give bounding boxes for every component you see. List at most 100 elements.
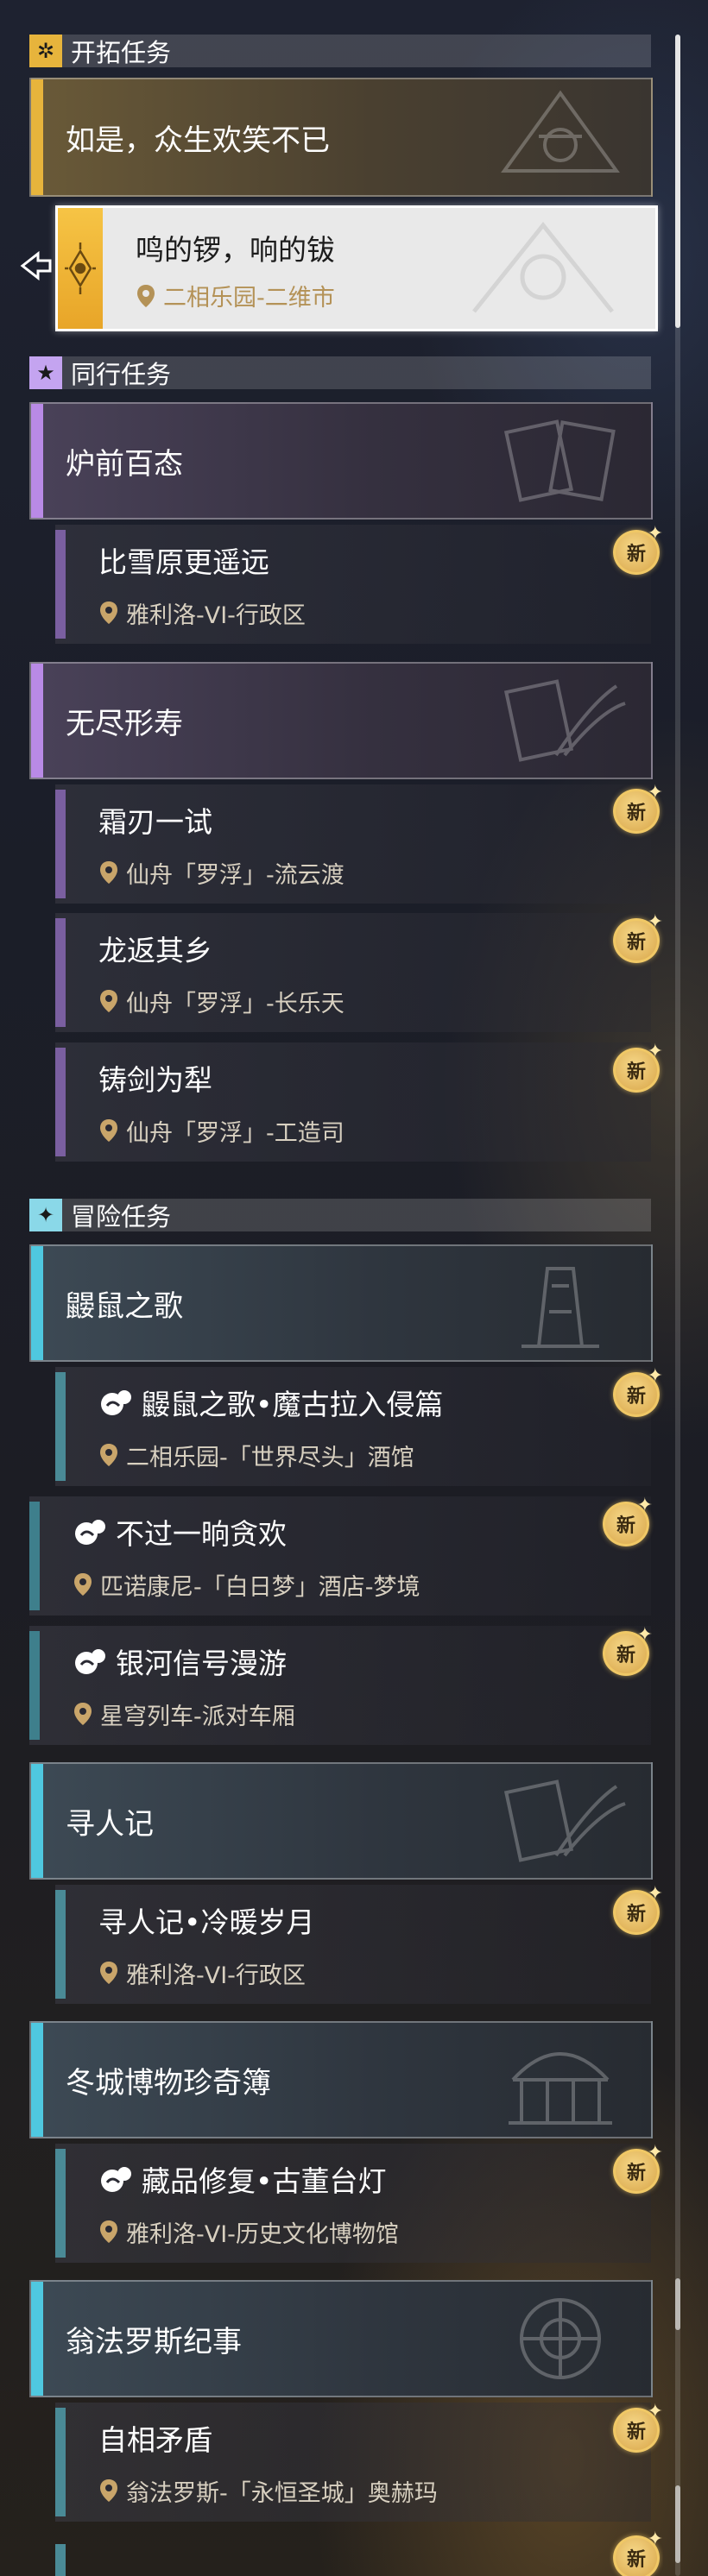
quest-location: 雅利洛-VI-历史文化博物馆 — [98, 2215, 651, 2249]
location-pin-icon — [100, 2479, 117, 2502]
quest-item[interactable]: 不过一晌贪欢 匹诺康尼-「白日梦」酒店-梦境 — [29, 1496, 651, 1616]
location-pin-icon — [74, 1703, 92, 1725]
scrollbar-thumb-bottom[interactable] — [675, 2485, 680, 2563]
new-badge-icon: 新 ✦ — [610, 2529, 663, 2576]
new-badge-icon: 新 ✦ — [610, 911, 663, 963]
quest-item[interactable]: 铸剑为犁 仙舟「罗浮」-工造司 — [55, 1042, 651, 1162]
quest-group-4[interactable]: 寻人记 — [29, 1762, 653, 1880]
quest-item[interactable]: 龙返其乡 仙舟「罗浮」-长乐天 — [55, 913, 651, 1032]
new-badge-icon: 新 ✦ — [599, 1495, 653, 1546]
group-title: 无尽形寿 — [66, 706, 183, 741]
group-cards-icon — [503, 1779, 626, 1862]
quest-location: 雅利洛-VI-行政区 — [98, 596, 651, 630]
daily-quest-type-icon — [101, 1389, 131, 1415]
quest-item[interactable]: 鼹鼠之歌•魔古拉入侵篇 二相乐园-「世界尽头」酒馆 — [55, 1367, 651, 1486]
location-pin-icon — [100, 1119, 117, 1142]
new-badge-icon: 新 ✦ — [610, 2142, 663, 2194]
selected-arrow-icon — [20, 250, 52, 281]
quest-title-text: 银河信号漫游 — [116, 1646, 287, 1680]
quest-item[interactable]: 藏品修复•古董台灯 雅利洛-VI-历史文化博物馆 — [55, 2144, 651, 2263]
quest-location: 雅利洛-VI-行政区 — [98, 1956, 651, 1990]
group-title: 鼹鼠之歌 — [66, 1288, 183, 1324]
quest-group-1[interactable]: 炉前百态 — [29, 402, 653, 520]
group-title: 如是，众生欢笑不已 — [66, 123, 330, 158]
quest-group-trailblaze[interactable]: 如是，众生欢笑不已 — [29, 78, 653, 197]
quest-location: 仙舟「罗浮」-工造司 — [98, 1114, 651, 1148]
scrollbar-track[interactable] — [675, 35, 680, 2576]
quest-location: 仙舟「罗浮」-流云渡 — [98, 856, 651, 890]
group-emblem-icon — [520, 2298, 601, 2379]
location-text: 仙舟「罗浮」-长乐天 — [126, 990, 345, 1017]
location-pin-icon — [100, 1962, 117, 1984]
group-tower-icon — [522, 1267, 599, 1348]
location-text: 二相乐园-「世界尽头」酒馆 — [126, 1444, 414, 1471]
quest-title: 霜刃一试 — [98, 804, 212, 839]
group-emblem-icon — [501, 90, 620, 173]
trailblaze-quest-icon — [58, 208, 103, 329]
location-text: 雅利洛-VI-行政区 — [126, 601, 306, 629]
scrollbar-thumb[interactable] — [675, 35, 680, 328]
daily-quest-type-icon — [75, 1648, 105, 1674]
selected-quest-title: 鸣的锣，响的钹 — [136, 233, 335, 267]
new-badge-icon: 新 ✦ — [610, 523, 663, 575]
new-badge-icon: 新 ✦ — [610, 782, 663, 834]
quest-group-2[interactable]: 无尽形寿 — [29, 662, 653, 779]
quest-title: 自相矛盾 — [98, 2422, 212, 2457]
star-icon: ★ — [29, 356, 62, 389]
new-badge-icon: 新 ✦ — [610, 1041, 663, 1093]
group-museum-icon — [509, 2052, 612, 2125]
quest-title-text: 不过一晌贪欢 — [116, 1516, 287, 1551]
new-badge-icon: 新 ✦ — [610, 1883, 663, 1935]
location-text: 翁法罗斯-「永恒圣城」奥赫玛 — [126, 2479, 438, 2507]
group-cards-icon — [503, 679, 626, 762]
selected-quest-card[interactable]: 鸣的锣，响的钹 二相乐园-二维市 — [55, 205, 658, 331]
section-header-trailblaze: ✲ 开拓任务 — [29, 35, 651, 67]
quest-title: 不过一晌贪欢 — [73, 1511, 651, 1553]
quest-group-6[interactable]: 翁法罗斯纪事 — [29, 2280, 653, 2397]
quest-group-3[interactable]: 鼹鼠之歌 — [29, 1244, 653, 1362]
section-title: 冒险任务 — [71, 1202, 172, 1231]
quest-title: 龙返其乡 — [98, 933, 212, 967]
quest-title: 藏品修复•古董台灯 — [98, 2158, 651, 2200]
quest-title: 寻人记•冷暖岁月 — [98, 1905, 315, 1939]
quest-item[interactable]: 霜刃一试 仙舟「罗浮」-流云渡 — [55, 784, 651, 904]
quest-location: 匹诺康尼-「白日梦」酒店-梦境 — [73, 1568, 651, 1602]
location-pin-icon — [100, 1444, 117, 1466]
new-badge-icon: 新 ✦ — [610, 2401, 663, 2453]
location-text: 雅利洛-VI-历史文化博物馆 — [126, 2220, 399, 2248]
quest-item[interactable]: 银河信号漫游 星穹列车-派对车厢 — [29, 1626, 651, 1745]
quest-location: 星穹列车-派对车厢 — [73, 1697, 651, 1731]
scrollbar-thumb-lower[interactable] — [675, 2278, 680, 2330]
section-title: 开拓任务 — [71, 38, 172, 67]
quest-item-partial[interactable] — [55, 2537, 651, 2576]
group-title: 翁法罗斯纪事 — [66, 2324, 242, 2359]
location-text: 仙舟「罗浮」-流云渡 — [126, 861, 345, 889]
group-title: 冬城博物珍奇簿 — [66, 2065, 271, 2100]
daily-quest-type-icon — [101, 2166, 131, 2192]
daily-quest-type-icon — [75, 1519, 105, 1545]
quest-item[interactable]: 寻人记•冷暖岁月 雅利洛-VI-行政区 — [55, 1885, 651, 2004]
location-text: 二相乐园-二维市 — [163, 285, 335, 312]
quest-location: 二相乐园-「世界尽头」酒馆 — [98, 1439, 651, 1472]
section-header-companion: ★ 同行任务 — [29, 356, 651, 389]
quest-group-5[interactable]: 冬城博物珍奇簿 — [29, 2021, 653, 2138]
new-badge-icon: 新 ✦ — [610, 1365, 663, 1417]
location-pin-icon — [137, 284, 155, 307]
location-pin-icon — [100, 861, 117, 884]
quest-title: 银河信号漫游 — [73, 1641, 651, 1682]
new-badge-icon: 新 ✦ — [599, 1624, 653, 1676]
section-title: 同行任务 — [71, 360, 172, 389]
selected-deco-emblem-icon — [472, 221, 614, 313]
location-text: 雅利洛-VI-行政区 — [126, 1962, 306, 1989]
quest-item[interactable]: 比雪原更遥远 雅利洛-VI-行政区 — [55, 525, 651, 644]
group-cards-icon — [503, 419, 616, 502]
quest-title-text: 藏品修复•古董台灯 — [142, 2163, 387, 2198]
quest-location: 翁法罗斯-「永恒圣城」奥赫玛 — [98, 2474, 651, 2508]
quest-title-text: 鼹鼠之歌•魔古拉入侵篇 — [142, 1387, 444, 1421]
quest-item[interactable]: 自相矛盾 翁法罗斯-「永恒圣城」奥赫玛 — [55, 2403, 651, 2522]
quest-location: 仙舟「罗浮」-长乐天 — [98, 985, 651, 1018]
diamond-sparkle-icon: ✦ — [29, 1199, 62, 1231]
location-pin-icon — [100, 990, 117, 1012]
location-text: 匹诺康尼-「白日梦」酒店-梦境 — [100, 1573, 420, 1601]
trailblaze-icon: ✲ — [29, 35, 62, 67]
